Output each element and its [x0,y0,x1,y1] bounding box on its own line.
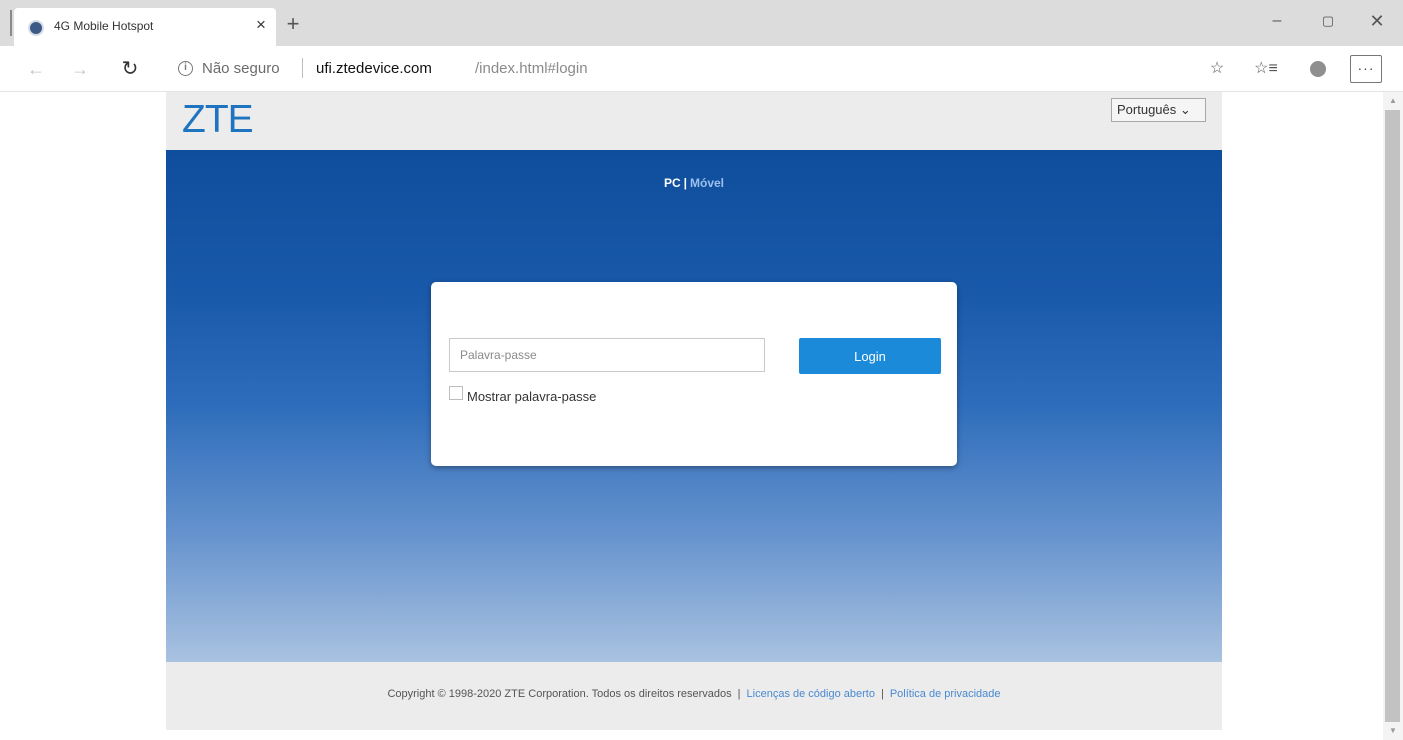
view-mode-switch: PC | Móvel [166,176,1222,190]
zte-logo: ZTE [182,98,254,141]
show-password-label[interactable]: Mostrar palavra-passe [467,389,596,404]
minimize-button[interactable]: – [1254,6,1300,36]
favorite-star-icon[interactable]: ☆ [1205,58,1229,80]
language-select[interactable]: Português ⌄ [1111,98,1206,122]
url-divider [302,58,303,78]
footer-separator: | [880,688,884,700]
globe-icon [28,20,44,36]
page-header: ZTE Português ⌄ [166,92,1222,150]
password-input[interactable] [449,338,765,372]
forward-arrow-icon[interactable]: → [66,56,94,82]
back-arrow-icon[interactable]: ← [22,56,50,82]
page-footer: Copyright © 1998-2020 ZTE Corporation. T… [166,662,1222,730]
scroll-up-arrow-icon[interactable]: ▲ [1387,96,1399,106]
url-field[interactable]: i Não seguro ufi.ztedevice.com /index.ht… [166,54,1242,84]
more-menu-button[interactable]: ··· [1350,55,1382,83]
new-tab-button[interactable]: + [282,13,304,36]
browser-tab-bar: 4G Mobile Hotspot × + – ▢ ✕ [0,0,1403,46]
copyright-text: Copyright © 1998-2020 ZTE Corporation. T… [387,688,732,700]
privacy-policy-link[interactable]: Política de privacidade [890,688,1001,700]
mode-mobile-link[interactable]: Móvel [690,176,724,190]
favorites-list-icon[interactable]: ☆≡ [1254,58,1278,80]
tab-close-icon[interactable]: × [250,14,272,36]
browser-tab[interactable]: 4G Mobile Hotspot × [14,8,276,46]
url-path[interactable]: /index.html#login [475,60,588,77]
scroll-down-arrow-icon[interactable]: ▼ [1387,726,1399,736]
footer-separator: | [737,688,741,700]
tab-strip-edge [10,10,12,36]
login-card: Login Mostrar palavra-passe [431,282,957,466]
scrollbar-thumb[interactable] [1385,110,1400,722]
url-host[interactable]: ufi.ztedevice.com [316,60,432,77]
close-window-button[interactable]: ✕ [1354,6,1400,36]
mode-pc-link[interactable]: PC [664,176,681,190]
address-bar: ← → ↻ i Não seguro ufi.ztedevice.com /in… [0,46,1403,92]
open-source-licenses-link[interactable]: Licenças de código aberto [747,688,875,700]
footer-text: Copyright © 1998-2020 ZTE Corporation. T… [166,688,1222,700]
tab-title: 4G Mobile Hotspot [54,19,154,33]
show-password-checkbox[interactable] [449,386,463,400]
profile-avatar-icon[interactable] [1306,58,1330,80]
reload-icon[interactable]: ↻ [116,56,144,82]
login-button[interactable]: Login [799,338,941,374]
security-status[interactable]: Não seguro [202,60,280,77]
maximize-button[interactable]: ▢ [1305,6,1351,36]
info-icon[interactable]: i [178,61,193,76]
mode-separator: | [683,176,687,190]
login-hero: PC | Móvel Login Mostrar palavra-passe [166,150,1222,662]
page-content: ZTE Português ⌄ PC | Móvel Login Mostrar p… [166,92,1222,730]
